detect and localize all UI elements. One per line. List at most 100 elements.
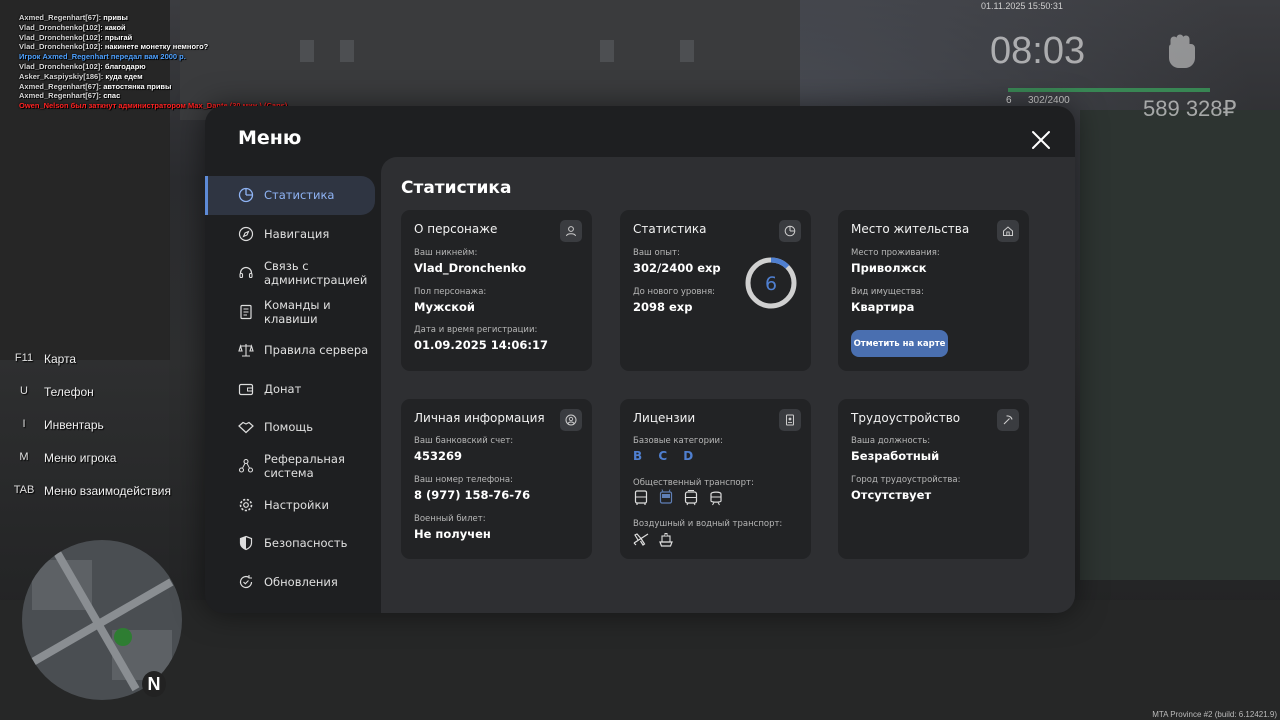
pie-chart-icon xyxy=(238,188,254,203)
card-title: Статистика xyxy=(633,222,707,236)
mark-on-map-button[interactable]: Отметить на карте xyxy=(851,330,948,357)
sidebar-item-settings[interactable]: Настройки xyxy=(205,486,381,525)
chat-line: Axmed_Regenhart[67]: автостянка привы xyxy=(19,82,287,92)
sidebar-item-updates[interactable]: Обновления xyxy=(205,563,381,602)
building-window xyxy=(600,40,614,62)
sidebar-item-security[interactable]: Безопасность xyxy=(205,524,381,563)
chat-message: накинете монетку немного? xyxy=(104,42,209,52)
wallet-icon xyxy=(238,383,254,395)
residence-value: Приволжск xyxy=(851,261,927,275)
registration-value: 01.09.2025 14:06:17 xyxy=(414,338,548,352)
chat-line: Axmed_Regenhart[67]: привы xyxy=(19,13,287,23)
sidebar-item-label: Связь с администрацией xyxy=(264,258,368,287)
property-label: Вид имущества: xyxy=(851,287,924,297)
card-title: Личная информация xyxy=(414,411,545,425)
hotkey-label: Телефон xyxy=(44,385,94,399)
sidebar-item-commands[interactable]: Команды и клавиши xyxy=(205,292,381,331)
card-character: О персонаже Ваш никнейм: Vlad_Dronchenko… xyxy=(401,210,592,371)
chat-author: Vlad_Dronchenko[102]: xyxy=(19,32,103,42)
hotkey-key: F11 xyxy=(14,352,34,364)
chat-author: Axmed_Regenhart[67]: xyxy=(19,81,102,91)
chat-message: автостянка привы xyxy=(103,81,172,91)
user-circle-icon xyxy=(560,409,582,431)
sidebar-item-label: Команды и клавиши xyxy=(264,297,331,326)
chat-author: Vlad_Dronchenko[102]: xyxy=(19,42,103,52)
home-icon xyxy=(997,220,1019,242)
building-window xyxy=(340,40,354,62)
level-number: 6 xyxy=(765,273,777,295)
bus-icon xyxy=(634,490,648,505)
card-title: Место жительства xyxy=(851,222,970,236)
card-title: О персонаже xyxy=(414,222,498,236)
refresh-icon xyxy=(239,574,253,588)
bank-account-value: 453269 xyxy=(414,449,463,463)
card-personal-info: Личная информация Ваш банковский счет: 4… xyxy=(401,399,592,559)
chat-line: Asker_Kaspiyskiy[186]: куда едем xyxy=(19,72,287,82)
chat-author: Vlad_Dronchenko[102]: xyxy=(19,61,103,71)
base-categories-label: Базовые категории: xyxy=(633,436,723,446)
sidebar-item-label: Донат xyxy=(264,381,302,396)
hud: 01.11.2025 15:50:31 08:03 6 302/2400 589… xyxy=(980,0,1280,121)
hud-money: 589 328₽ xyxy=(1143,96,1237,121)
phone-value: 8 (977) 158-76-76 xyxy=(414,488,531,502)
card-residence: Место жительства Место проживания: Приво… xyxy=(838,210,1029,371)
menu-title: Меню xyxy=(238,127,302,149)
hotkey-key: M xyxy=(19,451,29,463)
building-window xyxy=(680,40,694,62)
chat-message: привы xyxy=(103,13,128,22)
hud-exp: 302/2400 xyxy=(1028,95,1070,106)
residence-label: Место проживания: xyxy=(851,248,940,258)
hotkey-key: TAB xyxy=(13,484,35,496)
air-water-transport-icons xyxy=(632,531,675,549)
gender-label: Пол персонажа: xyxy=(414,287,487,297)
sidebar-item-admin-contact[interactable]: Связь с администрацией xyxy=(205,253,381,292)
ship-icon xyxy=(659,533,673,547)
main-menu-window: Меню Статистика Навигация Связь с админи… xyxy=(205,106,1075,613)
chat-author: Axmed_Regenhart[67]: xyxy=(19,91,102,101)
sidebar-item-navigation[interactable]: Навигация xyxy=(205,215,381,254)
hud-health-bar xyxy=(1008,88,1210,92)
card-title: Трудоустройство xyxy=(851,411,961,425)
home-marker-icon xyxy=(114,628,132,646)
phone-label: Ваш номер телефона: xyxy=(414,475,513,485)
close-icon[interactable] xyxy=(1029,128,1053,152)
job-city-value: Отсутствует xyxy=(851,488,932,502)
chat-author: Asker_Kaspiyskiy[186]: xyxy=(19,71,104,81)
next-level-value: 2098 exp xyxy=(633,300,693,314)
hotkey-label: Инвентарь xyxy=(44,418,104,432)
card-stats: Статистика Ваш опыт: 302/2400 exp До нов… xyxy=(620,210,811,371)
sidebar-item-help[interactable]: Помощь xyxy=(205,408,381,447)
airplane-icon xyxy=(633,533,649,546)
sidebar-item-rules[interactable]: Правила сервера xyxy=(205,331,381,370)
sidebar-item-donate[interactable]: Донат xyxy=(205,370,381,409)
sidebar-item-label: Обновления xyxy=(264,574,338,589)
sidebar-item-statistics[interactable]: Статистика xyxy=(205,176,375,215)
card-title: Лицензии xyxy=(633,411,696,425)
military-id-value: Не получен xyxy=(414,527,491,541)
military-id-label: Военный билет: xyxy=(414,514,486,524)
scales-icon xyxy=(238,344,254,357)
pickaxe-icon xyxy=(997,409,1019,431)
hotkey-label: Меню взаимодействия xyxy=(44,484,171,498)
sidebar-item-label: Помощь xyxy=(264,420,314,435)
tram-icon xyxy=(684,490,698,506)
nickname-label: Ваш никнейм: xyxy=(414,248,478,258)
statistics-panel: Статистика О персонаже Ваш никнейм: Vlad… xyxy=(381,157,1075,613)
building-window xyxy=(300,40,314,62)
bank-account-label: Ваш банковский счет: xyxy=(414,436,514,446)
chat-line: Vlad_Dronchenko[102]: благодарю xyxy=(19,62,287,72)
shield-icon xyxy=(239,536,253,551)
exp-label: Ваш опыт: xyxy=(633,248,680,258)
chat-line: Vlad_Dronchenko[102]: какой xyxy=(19,23,287,33)
menu-sidebar: Статистика Навигация Связь с администрац… xyxy=(205,176,381,601)
ground xyxy=(0,600,1280,720)
sidebar-item-label: Статистика xyxy=(264,188,335,203)
compass-icon xyxy=(238,226,254,241)
user-icon xyxy=(560,220,582,242)
network-icon xyxy=(238,458,254,473)
public-transport-label: Общественный транспорт: xyxy=(633,478,754,488)
job-position-value: Безработный xyxy=(851,449,940,463)
chat-author: Vlad_Dronchenko[102]: xyxy=(19,22,103,32)
chat-line-system: Игрок Axmed_Regenhart передал вам 2000 р… xyxy=(19,52,186,62)
sidebar-item-referral[interactable]: Реферальная система xyxy=(205,447,381,486)
